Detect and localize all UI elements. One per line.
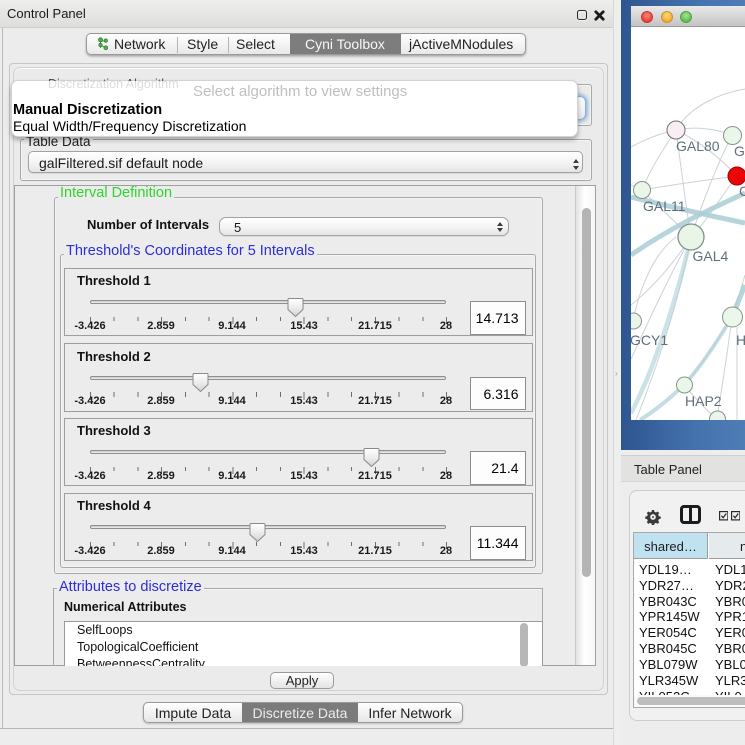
- svg-text:HAP2: HAP2: [685, 393, 722, 409]
- svg-text:GAL80: GAL80: [676, 138, 720, 154]
- svg-text:GA: GA: [734, 143, 745, 159]
- svg-text:GAL11: GAL11: [643, 198, 686, 214]
- svg-text:GAL4: GAL4: [693, 248, 729, 264]
- svg-text:GCY1: GCY1: [631, 332, 668, 348]
- svg-text:H: H: [736, 332, 745, 348]
- svg-text:C: C: [739, 183, 745, 199]
